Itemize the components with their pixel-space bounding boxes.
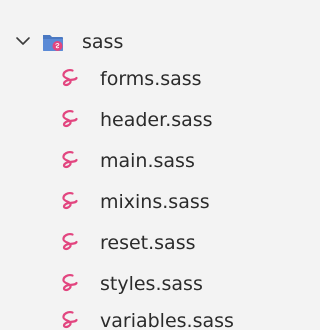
file-item-forms[interactable]: forms.sass [0, 58, 258, 100]
explorer-tree: sass forms.sass header.sass main.sass mi… [0, 0, 258, 330]
sass-icon [62, 192, 78, 210]
file-item-main[interactable]: main.sass [0, 140, 258, 182]
sass-icon [62, 151, 78, 169]
file-label: forms.sass [100, 68, 202, 90]
sass-icon [62, 274, 78, 292]
file-label: main.sass [100, 150, 195, 172]
file-item-header[interactable]: header.sass [0, 99, 258, 141]
file-item-variables[interactable]: variables.sass [0, 300, 258, 330]
sass-icon [62, 110, 78, 128]
file-item-styles[interactable]: styles.sass [0, 263, 258, 305]
file-label: reset.sass [100, 232, 196, 254]
file-label: mixins.sass [100, 191, 210, 213]
sass-icon [62, 233, 78, 251]
file-item-reset[interactable]: reset.sass [0, 222, 258, 264]
file-label: header.sass [100, 109, 213, 131]
file-label: styles.sass [100, 273, 203, 295]
sass-folder-icon [43, 35, 63, 51]
sass-icon [62, 69, 78, 87]
folder-sass[interactable]: sass [0, 21, 258, 63]
chevron-down-icon[interactable] [14, 32, 32, 50]
file-label: variables.sass [100, 310, 234, 330]
file-item-mixins[interactable]: mixins.sass [0, 181, 258, 223]
folder-label: sass [82, 31, 124, 53]
sass-icon [62, 311, 78, 329]
